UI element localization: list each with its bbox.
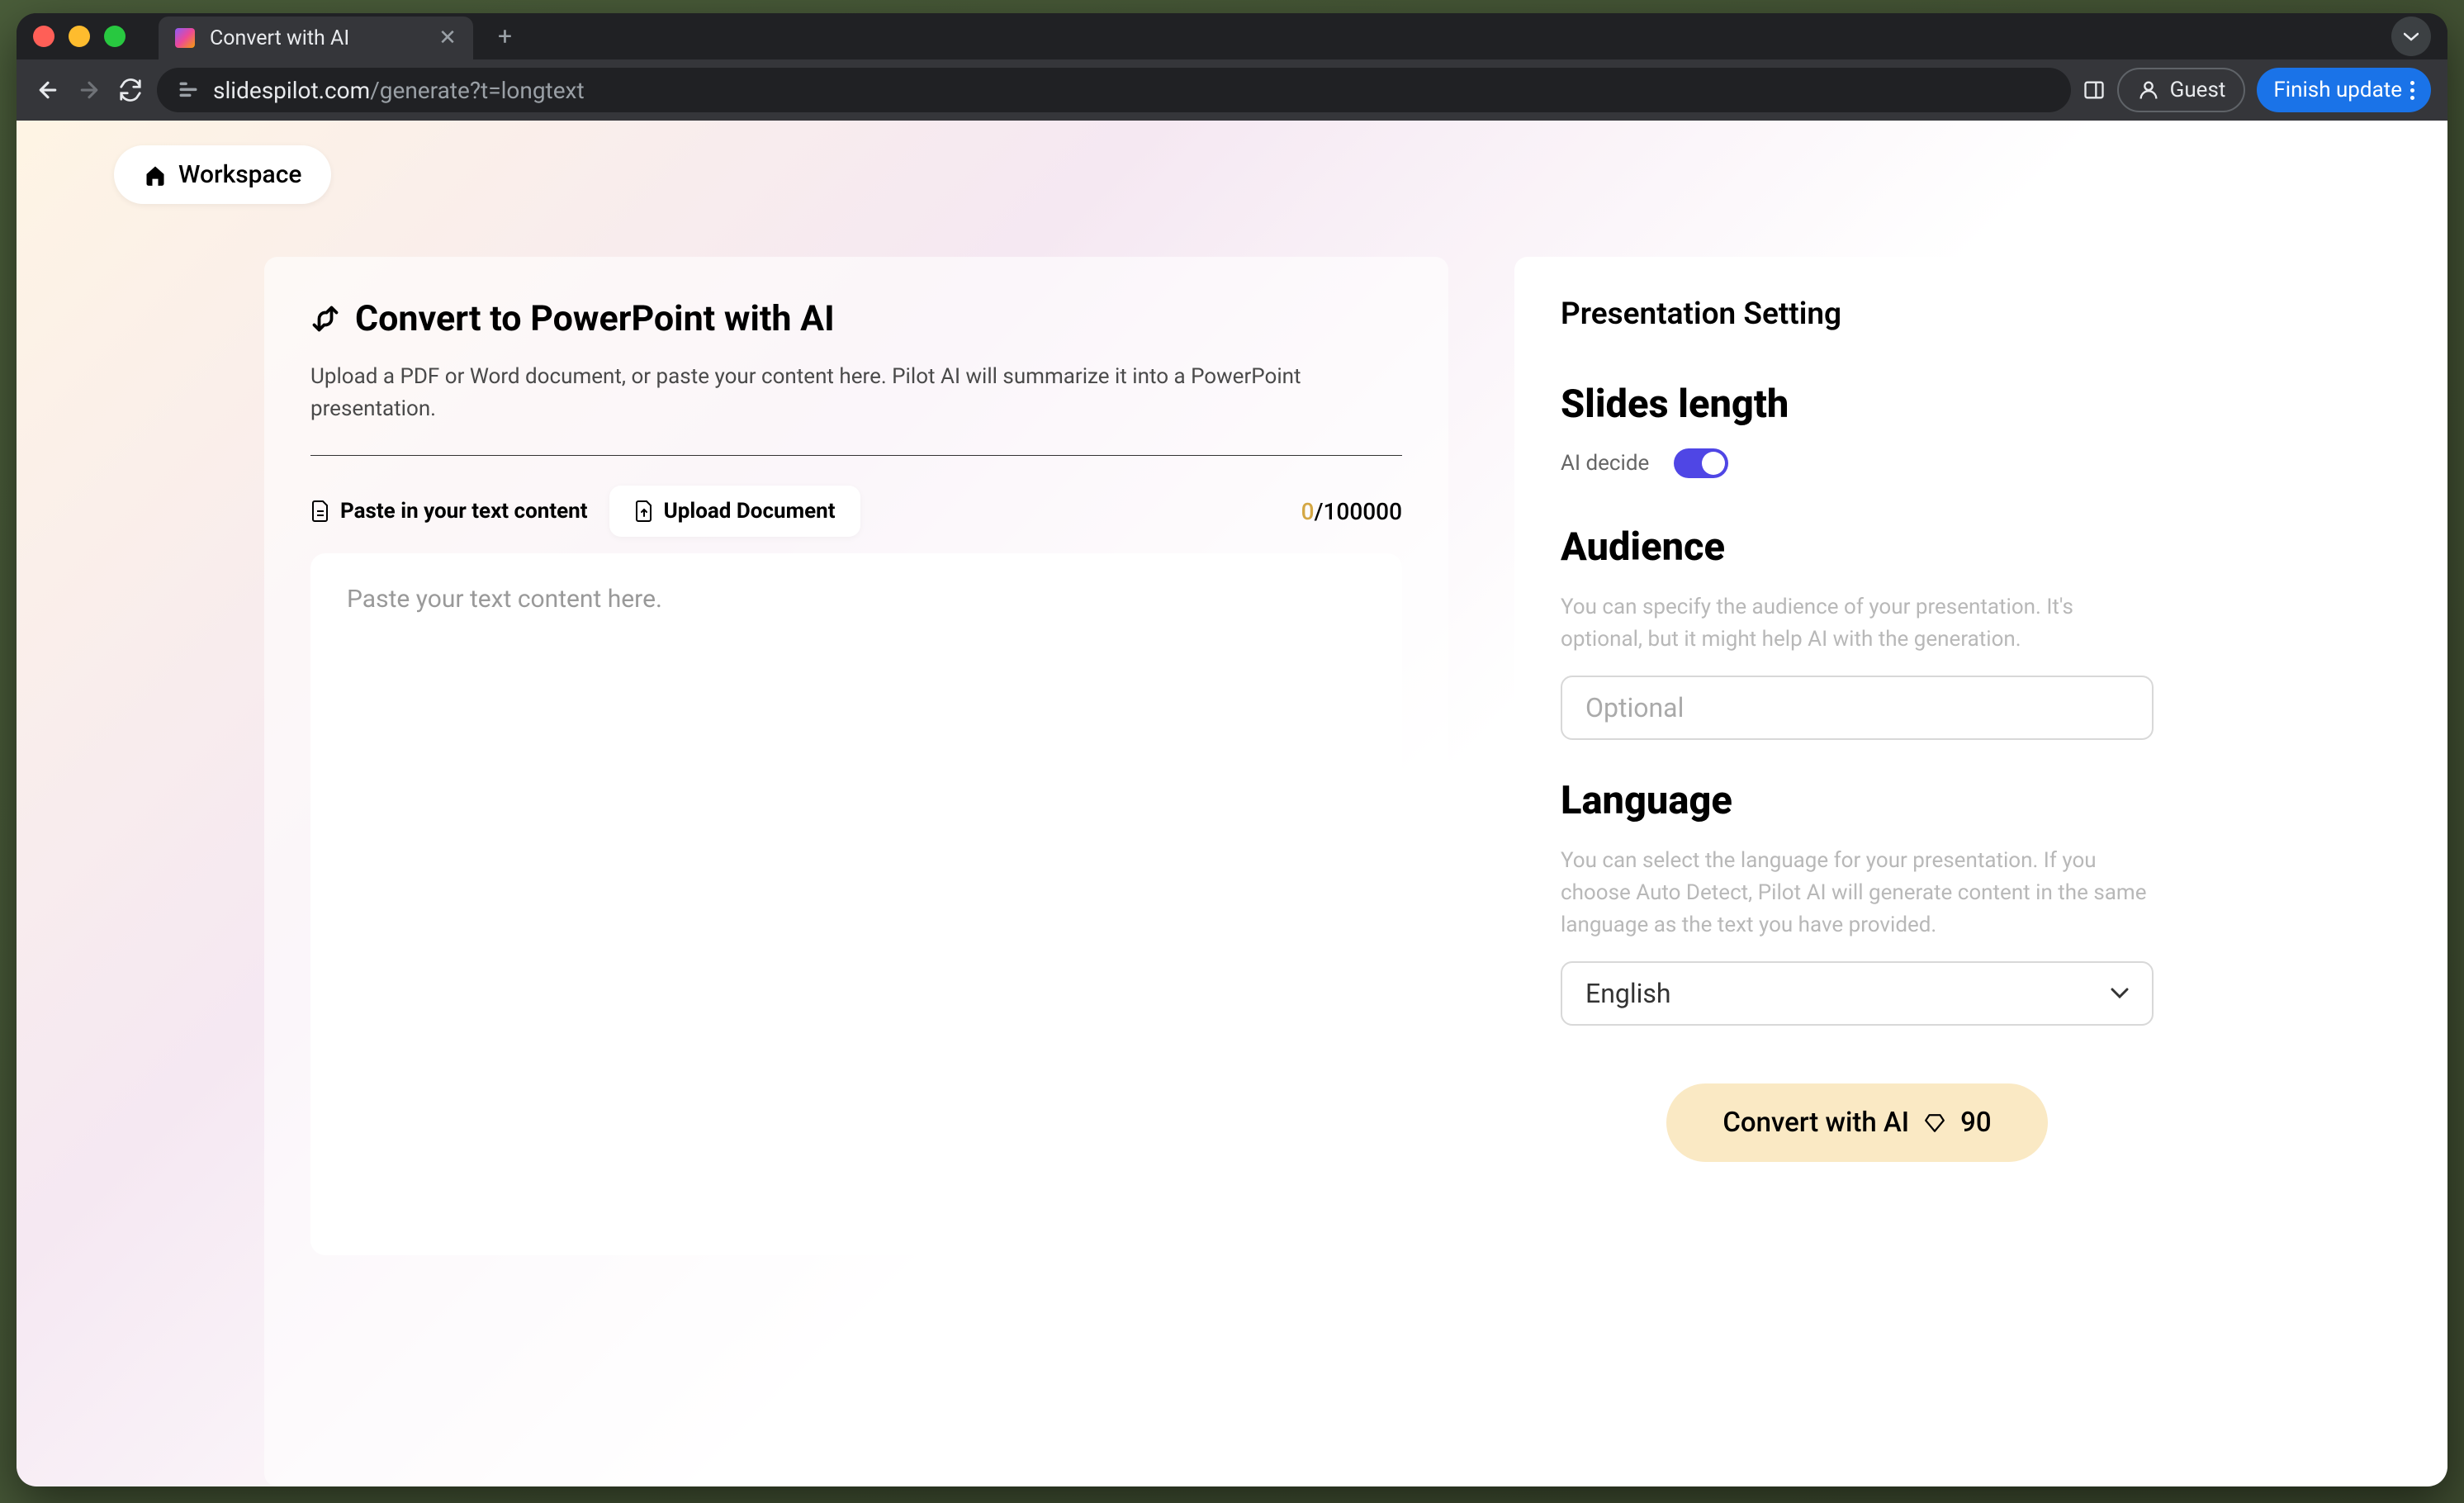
audience-input[interactable]	[1561, 676, 2154, 740]
settings-card: Presentation Setting Slides length AI de…	[1514, 257, 2200, 1486]
workspace-label: Workspace	[178, 160, 301, 189]
paste-tab[interactable]: Paste in your text content	[310, 499, 588, 524]
forward-button[interactable]	[74, 75, 104, 105]
home-icon	[144, 164, 167, 187]
page-subtitle: Upload a PDF or Word document, or paste …	[310, 361, 1402, 425]
card-header: Convert to PowerPoint with AI	[310, 298, 1402, 339]
language-title: Language	[1561, 778, 2154, 823]
credits-count: 90	[1960, 1107, 1992, 1139]
address-bar: slidespilot.com/generate?t=longtext Gues…	[17, 59, 2447, 121]
traffic-lights	[33, 26, 126, 47]
content-textarea[interactable]	[310, 553, 1402, 1255]
convert-button[interactable]: Convert with AI 90	[1666, 1083, 2047, 1162]
user-icon	[2137, 78, 2160, 102]
upload-tab-label: Upload Document	[664, 499, 836, 524]
settings-heading: Presentation Setting	[1561, 296, 2154, 332]
divider	[310, 455, 1402, 456]
ai-decide-label: AI decide	[1561, 451, 1649, 476]
input-mode-row: Paste in your text content Upload Docume…	[310, 486, 1402, 537]
browser-actions: Guest Finish update	[2083, 68, 2431, 112]
audience-title: Audience	[1561, 524, 2154, 570]
url-bar[interactable]: slidespilot.com/generate?t=longtext	[157, 68, 2071, 112]
guest-label: Guest	[2170, 78, 2226, 102]
tab-title: Convert with AI	[210, 26, 349, 50]
window-maximize[interactable]	[104, 26, 126, 47]
ai-decide-toggle[interactable]	[1674, 448, 1728, 478]
finish-update-label: Finish update	[2273, 78, 2402, 102]
toggle-knob	[1702, 452, 1725, 475]
convert-icon	[310, 304, 340, 334]
language-desc: You can select the language for your pre…	[1561, 845, 2154, 941]
window-minimize[interactable]	[69, 26, 90, 47]
tabs-dropdown[interactable]	[2391, 17, 2431, 56]
close-tab-icon[interactable]: ✕	[438, 26, 457, 50]
diamond-icon	[1924, 1112, 1945, 1134]
page-content: Workspace Convert to PowerPoint with AI …	[17, 121, 2447, 1486]
audience-desc: You can specify the audience of your pre…	[1561, 591, 2154, 656]
new-tab-button[interactable]: +	[498, 22, 512, 51]
more-icon	[2410, 81, 2414, 100]
main-cards: Convert to PowerPoint with AI Upload a P…	[264, 257, 2200, 1486]
guest-button[interactable]: Guest	[2117, 68, 2246, 112]
tab-bar: Convert with AI ✕ +	[17, 13, 2447, 59]
page-title: Convert to PowerPoint with AI	[355, 298, 835, 339]
reload-button[interactable]	[116, 75, 145, 105]
language-select[interactable]: English	[1561, 961, 2154, 1026]
document-icon	[310, 500, 330, 523]
language-selected: English	[1585, 978, 1671, 1009]
favicon-icon	[175, 28, 195, 48]
convert-card: Convert to PowerPoint with AI Upload a P…	[264, 257, 1448, 1486]
url-text: slidespilot.com/generate?t=longtext	[213, 77, 585, 104]
back-button[interactable]	[33, 75, 63, 105]
finish-update-button[interactable]: Finish update	[2257, 68, 2431, 112]
upload-tab[interactable]: Upload Document	[609, 486, 860, 537]
side-panel-icon[interactable]	[2083, 78, 2106, 102]
site-settings-icon[interactable]	[177, 78, 200, 102]
chevron-down-icon	[2111, 988, 2129, 999]
browser-window: Convert with AI ✕ + slidespilot.com/gene…	[17, 13, 2447, 1486]
upload-icon	[634, 500, 654, 523]
window-close[interactable]	[33, 26, 54, 47]
paste-tab-label: Paste in your text content	[340, 499, 588, 524]
browser-tab[interactable]: Convert with AI ✕	[159, 17, 473, 59]
convert-button-label: Convert with AI	[1722, 1107, 1909, 1139]
char-count: 0/100000	[1301, 498, 1402, 525]
slides-length-title: Slides length	[1561, 382, 2154, 427]
ai-decide-row: AI decide	[1561, 448, 2154, 478]
workspace-button[interactable]: Workspace	[114, 145, 331, 204]
